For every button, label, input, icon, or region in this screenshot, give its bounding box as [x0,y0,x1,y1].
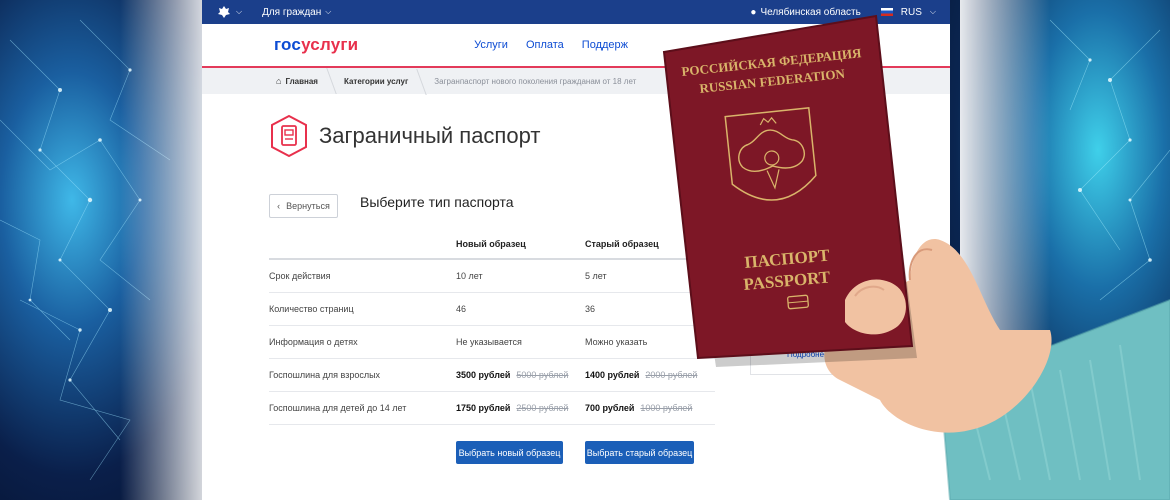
price-old: 1000 рублей [640,403,693,413]
row-label: Информация о детях [269,337,358,347]
background-fade-left [120,0,210,500]
logo-part1: гос [274,35,302,54]
russia-flag-icon [880,8,893,16]
chevron-down-icon: ⌵ [325,7,332,16]
cell-old: 700 рублей 1000 рублей [585,403,715,413]
cell-new: 1750 рублей 2500 рублей [456,403,585,413]
chevron-down-icon: ⌵ [929,7,936,16]
table-row: Госпошлина для взрослых 3500 рублей 5000 … [269,359,715,392]
column-header-new: Новый образец [456,239,526,249]
choose-passport-heading: Выберите тип паспорта [360,194,514,210]
cell-old: 36 [585,304,596,314]
breadcrumb-home[interactable]: ⌂ Главная [276,76,332,86]
breadcrumb: ⌂ Главная Категории услуг Загранпаспорт … [202,68,950,94]
table-row: Количество страниц 46 36 [269,293,715,326]
breadcrumb-categories[interactable]: Категории услуг [344,77,422,86]
breadcrumb-home-label: Главная [285,76,318,86]
site-header: госуслуги Услуги Оплата Поддерж [202,24,950,68]
nav-services[interactable]: Услуги [474,39,508,51]
cell-new: 3500 рублей 5000 рублей [456,370,585,380]
cell-old: 5 лет [585,271,607,281]
logo-part2: услуги [301,35,359,54]
comparison-table: Новый образец Старый образец Срок действ… [269,230,715,425]
more-link[interactable]: Подробнее [787,350,829,359]
price-current: 1400 рублей [585,370,640,380]
chevron-down-icon[interactable]: ⌵ [236,7,242,17]
row-label: Госпошлина для взрослых [269,370,381,380]
side-info-box: Подробнее [750,345,890,375]
page-title: Заграничный паспорт [319,123,541,148]
emblem-icon[interactable] [216,4,232,20]
cell-new: 46 [456,304,467,314]
language-label: RUS [900,6,922,18]
table-row: Госпошлина для детей до 14 лет 1750 рубл… [269,392,715,425]
background-fade-right [960,0,1050,500]
select-old-button[interactable]: Выбрать старый образец [585,441,694,464]
table-row: Информация о детях Не указывается Можно … [269,326,715,359]
back-button-label: Вернуться [286,201,330,211]
cell-new: 10 лет [456,271,483,281]
nav-payment[interactable]: Оплата [526,39,564,51]
breadcrumb-current: Загранпаспорт нового поколения гражданам… [434,76,637,86]
location-label: Челябинская область [760,6,861,18]
cell-old: Можно указать [585,337,648,347]
for-citizens-dropdown[interactable]: Для граждан ⌵ [262,7,331,18]
home-icon: ⌂ [276,76,282,86]
price-current: 1750 рублей [456,403,511,413]
select-new-button[interactable]: Выбрать новый образец [456,441,563,464]
location-pin-icon: ● [750,6,757,18]
row-label: Количество страниц [269,304,354,314]
top-bar: ⌵ Для граждан ⌵ ● Челябинская область RU… [202,0,950,24]
price-old: 2000 рублей [645,370,698,380]
back-button[interactable]: ‹ Вернуться [269,194,338,218]
table-header: Новый образец Старый образец [269,230,715,260]
cell-old: 1400 рублей 2000 рублей [585,370,715,380]
price-current: 3500 рублей [456,370,511,380]
passport-hexagon-icon [271,114,307,158]
row-label: Госпошлина для детей до 14 лет [269,403,407,413]
for-citizens-label: Для граждан [262,6,322,18]
nav-support[interactable]: Поддерж [582,39,628,51]
table-row: Срок действия 10 лет 5 лет [269,260,715,293]
main-nav: Услуги Оплата Поддерж [474,39,628,51]
price-current: 700 рублей [585,403,635,413]
gosuslugi-logo[interactable]: госуслуги [274,35,358,55]
location-selector[interactable]: ● Челябинская область [750,7,860,18]
chevron-left-icon: ‹ [277,201,281,211]
cell-new: Не указывается [456,337,522,347]
column-header-old: Старый образец [585,239,659,249]
price-old: 2500 рублей [516,403,569,413]
price-old: 5000 рублей [516,370,569,380]
row-label: Срок действия [269,271,331,281]
gosuslugi-page: ⌵ Для граждан ⌵ ● Челябинская область RU… [202,0,950,500]
title-row: Заграничный паспорт [269,114,540,158]
language-selector[interactable]: RUS ⌵ [880,6,936,18]
